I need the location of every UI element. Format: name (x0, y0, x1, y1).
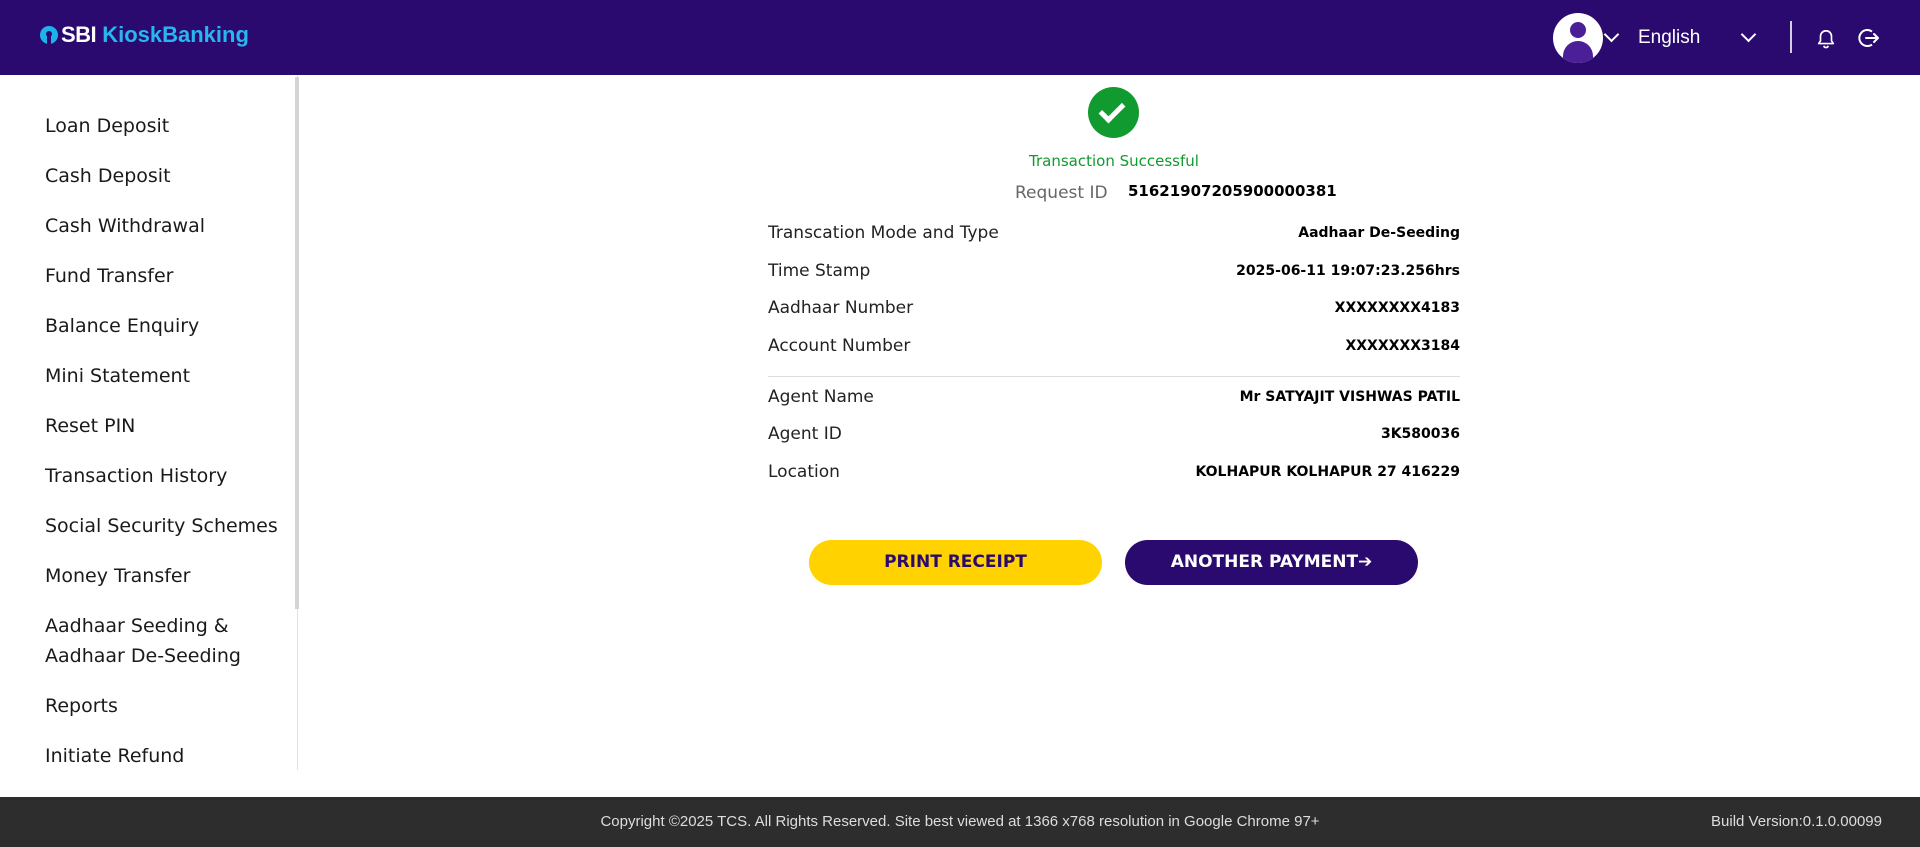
detail-value: XXXXXXX3184 (1345, 338, 1460, 354)
user-avatar-icon[interactable] (1553, 13, 1603, 63)
sidebar-item-aadhaar-seeding[interactable]: Aadhaar Seeding & (45, 611, 229, 641)
sidebar-item-social-security-schemes[interactable]: Social Security Schemes (45, 511, 278, 541)
chevron-down-icon[interactable] (1740, 26, 1757, 43)
sidebar-item-cash-withdrawal[interactable]: Cash Withdrawal (45, 211, 205, 241)
chevron-down-icon[interactable] (1603, 26, 1620, 43)
detail-label: Time Stamp (768, 261, 871, 281)
success-check-icon (1088, 87, 1139, 138)
detail-value: 3K580036 (1380, 426, 1460, 442)
header-divider (1790, 21, 1792, 53)
detail-label: Account Number (768, 336, 911, 356)
request-id-value: 51621907205900000381 (1128, 182, 1337, 200)
transaction-status: Transaction Successful (1029, 152, 1199, 170)
sidebar-item-fund-transfer[interactable]: Fund Transfer (45, 261, 173, 291)
sidebar-item-loan-deposit[interactable]: Loan Deposit (45, 111, 169, 141)
build-version: Build Version:0.1.0.00099 (1711, 813, 1882, 830)
logo-icon (40, 26, 58, 44)
sidebar-item-initiate-refund[interactable]: Initiate Refund (45, 741, 184, 771)
sidebar-item-balance-enquiry[interactable]: Balance Enquiry (45, 311, 199, 341)
detail-value: Mr SATYAJIT VISHWAS PATIL (1239, 389, 1460, 405)
sidebar-item-transaction-history[interactable]: Transaction History (45, 461, 227, 491)
sidebar-item-mini-statement[interactable]: Mini Statement (45, 361, 190, 391)
detail-label: Agent Name (768, 387, 874, 407)
detail-label: Location (768, 462, 840, 482)
print-receipt-button[interactable]: PRINT RECEIPT (809, 540, 1102, 585)
logout-icon[interactable] (1857, 26, 1881, 50)
detail-value: 2025-06-11 19:07:23.256hrs (1236, 263, 1460, 279)
logo-sbi-text: SBI (61, 22, 97, 47)
sidebar-item-reset-pin[interactable]: Reset PIN (45, 411, 135, 441)
sidebar-item-aadhaar-de-seeding[interactable]: Aadhaar De-Seeding (45, 641, 241, 671)
logo-kiosk-text: KioskBanking (102, 22, 249, 47)
detail-value: KOLHAPUR KOLHAPUR 27 416229 (1195, 464, 1460, 480)
details-divider (768, 376, 1460, 377)
sbi-kiosk-logo[interactable]: SBI KioskBanking (40, 22, 249, 48)
footer: Copyright ©2025 TCS. All Rights Reserved… (0, 797, 1920, 847)
sidebar-item-money-transfer[interactable]: Money Transfer (45, 561, 190, 591)
detail-value: Aadhaar De-Seeding (1298, 225, 1460, 241)
bell-icon[interactable] (1815, 27, 1837, 51)
copyright-text: Copyright ©2025 TCS. All Rights Reserved… (600, 813, 1320, 830)
detail-label: Transcation Mode and Type (768, 223, 999, 243)
language-select[interactable]: English (1638, 27, 1700, 49)
detail-label: Agent ID (768, 424, 842, 444)
detail-value: XXXXXXXX4183 (1334, 300, 1460, 316)
another-payment-button[interactable]: ANOTHER PAYMENT➔ (1125, 540, 1418, 585)
request-id-label: Request ID (1015, 183, 1108, 203)
detail-label: Aadhaar Number (768, 298, 914, 318)
checkmark-icon (1098, 96, 1126, 124)
top-header: SBI KioskBanking English (0, 0, 1920, 75)
sidebar-item-reports[interactable]: Reports (45, 691, 118, 721)
